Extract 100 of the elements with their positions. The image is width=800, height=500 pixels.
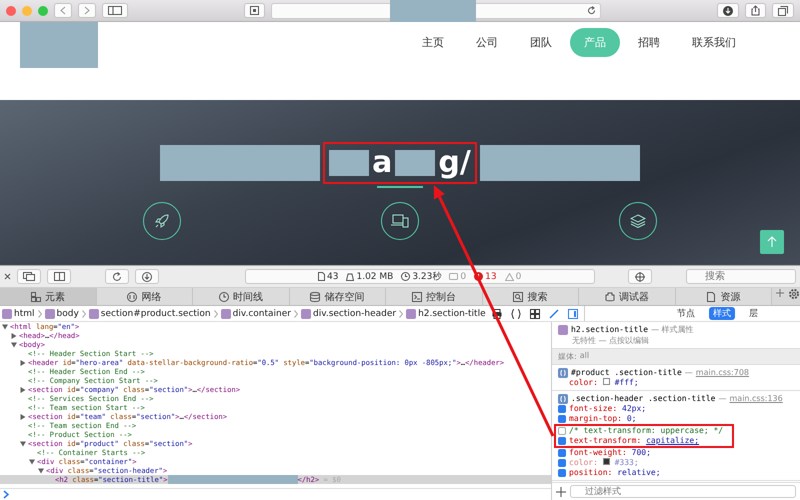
columns-icon [54, 272, 64, 281]
reload-icon[interactable] [587, 6, 596, 15]
warning-icon [504, 272, 514, 280]
sidebar-icon[interactable] [568, 308, 578, 318]
collapsed-triangle-icon[interactable] [20, 360, 26, 366]
devtools-tab[interactable]: 资源 [676, 288, 772, 305]
source-link[interactable]: main.css:708 [696, 368, 750, 377]
expanded-triangle-icon[interactable] [2, 324, 8, 330]
close-icon[interactable] [4, 273, 11, 280]
chevron-icon [214, 310, 218, 318]
elements-icon [30, 292, 41, 302]
pencil-icon[interactable] [548, 308, 559, 318]
devtools-tab[interactable]: 搜索 [482, 288, 579, 305]
rule-note: 无特性 — 点按以编辑 [571, 335, 650, 346]
crosshair-icon [635, 272, 646, 282]
windows-icon [23, 272, 35, 281]
breadcrumb-item[interactable]: div.section-header [301, 308, 396, 318]
nav-link[interactable]: 招聘 [624, 28, 674, 57]
add-icon[interactable] [556, 486, 566, 496]
message-count: 0 [460, 272, 466, 282]
collapsed-triangle-icon[interactable] [20, 414, 26, 420]
checkbox[interactable] [558, 415, 566, 423]
load-time: 3.23秒 [412, 270, 442, 283]
chevron-icon [294, 310, 298, 318]
chevron-right-icon [84, 6, 90, 15]
grid-icon[interactable] [530, 308, 540, 318]
braces-icon[interactable] [510, 308, 521, 318]
checkbox[interactable] [558, 469, 566, 477]
devtools-tab[interactable]: 元素 [0, 288, 96, 305]
breadcrumb-item[interactable]: html [2, 308, 35, 318]
arrow-up-icon [767, 236, 777, 248]
filter-field[interactable]: 过滤样式 [570, 485, 796, 498]
expanded-triangle-icon[interactable] [38, 468, 44, 474]
document-icon [318, 272, 326, 281]
devtools-tab[interactable]: 控制台 [386, 288, 482, 305]
reload-icon [112, 272, 122, 282]
console-prompt-icon[interactable] [3, 490, 9, 499]
devtools-tab[interactable]: 时间线 [193, 288, 290, 305]
sidebar-mode-tab[interactable]: 样式 [708, 307, 735, 320]
sidebar-mode-tab[interactable]: 层 [744, 307, 762, 320]
expanded-triangle-icon[interactable] [11, 342, 17, 348]
checkbox[interactable] [558, 459, 566, 467]
nav-link[interactable]: 联系我们 [678, 28, 750, 57]
clock-icon [218, 292, 229, 302]
nav-link[interactable]: 主页 [408, 28, 458, 57]
media-value: all [580, 351, 590, 362]
css-declaration: text-transform: capitalize; [569, 436, 700, 446]
breadcrumb-item[interactable]: h2.section-title [406, 308, 486, 318]
nav-link[interactable]: 公司 [462, 28, 512, 57]
download-button[interactable] [134, 269, 159, 284]
printer-icon[interactable] [492, 308, 502, 318]
nav-link[interactable]: 团队 [516, 28, 566, 57]
css-declaration: color: #333; [569, 458, 639, 468]
split-button[interactable] [47, 269, 71, 284]
dash-separator: — [684, 368, 693, 377]
devtools-tab[interactable]: 调试器 [579, 288, 676, 305]
download-icon [142, 272, 152, 282]
css-declaration: margin-top: 0; [569, 414, 636, 424]
checkbox[interactable] [558, 449, 566, 457]
expanded-triangle-icon[interactable] [29, 458, 35, 464]
title-underline [377, 186, 423, 188]
breadcrumb-item[interactable]: body [44, 308, 79, 318]
checkbox[interactable] [558, 405, 566, 413]
dock-button[interactable] [17, 269, 41, 284]
dash-separator: — [718, 394, 726, 403]
sidebar-button[interactable] [102, 3, 128, 18]
css-rule-icon [558, 368, 568, 378]
tabs-icon [778, 6, 788, 16]
chevron-icon [38, 310, 42, 318]
downloads-button[interactable] [717, 3, 739, 18]
expanded-triangle-icon[interactable] [20, 440, 26, 446]
css-comment: /* text-transform: uppercase; */ [569, 426, 724, 436]
share-button[interactable] [745, 3, 766, 18]
tabs-button[interactable] [772, 3, 794, 18]
settings-icon[interactable] [788, 288, 800, 300]
chevron-left-icon [60, 6, 66, 15]
devtools-tab[interactable]: 网络 [96, 288, 193, 305]
collapsed-triangle-icon[interactable] [20, 386, 26, 392]
media-label: 媒体: [558, 351, 577, 362]
back-button[interactable] [54, 3, 72, 18]
breadcrumb-item[interactable]: section#product.section [88, 308, 211, 318]
clock-icon [401, 272, 410, 281]
css-declaration: font-weight: 700; [569, 448, 651, 458]
source-link[interactable]: main.css:136 [730, 394, 783, 403]
breadcrumb-item[interactable]: div.container [220, 308, 291, 318]
reader-button[interactable] [244, 3, 265, 18]
download-icon [723, 6, 733, 16]
inspect-button[interactable] [628, 269, 652, 284]
rule-selector: h2.section-title [571, 325, 648, 334]
search-field[interactable]: 搜索 [686, 269, 796, 284]
hero-title-fragment: a [372, 147, 392, 179]
rule-selector: #product .section-title [571, 368, 682, 377]
reload-button[interactable] [104, 269, 129, 284]
chevron-icon [399, 310, 404, 318]
checkbox[interactable] [558, 427, 566, 435]
checkbox[interactable] [558, 437, 566, 445]
sidebar-mode-tab[interactable]: 节点 [672, 307, 699, 320]
devtools-tab[interactable]: 储存空间 [290, 288, 386, 305]
collapsed-triangle-icon[interactable] [11, 332, 17, 338]
forward-button[interactable] [78, 3, 96, 18]
